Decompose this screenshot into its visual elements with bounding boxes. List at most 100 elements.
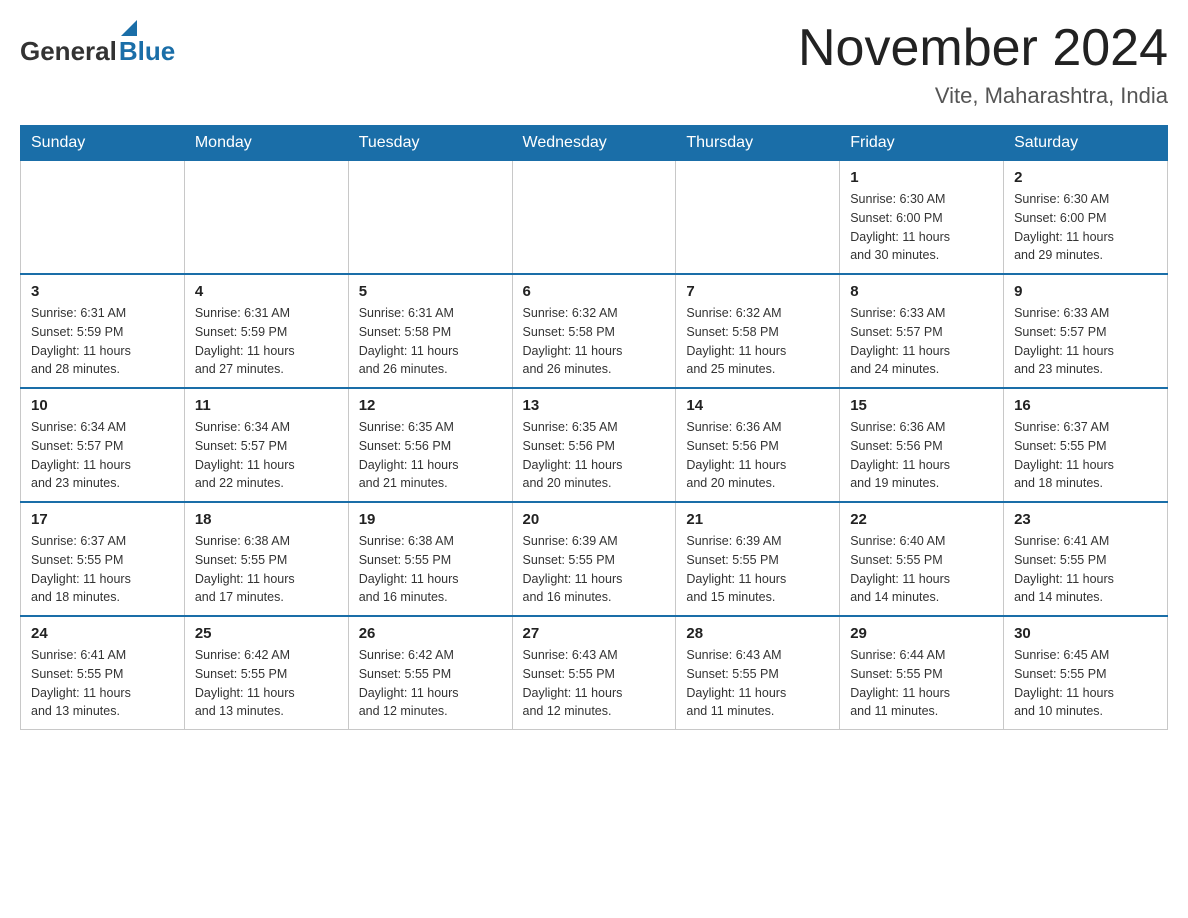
calendar-cell: 5 Sunrise: 6:31 AMSunset: 5:58 PMDaylight…: [348, 274, 512, 388]
calendar-cell: 16 Sunrise: 6:37 AMSunset: 5:55 PMDayligh…: [1004, 388, 1168, 502]
calendar-cell: [184, 161, 348, 275]
day-info: Sunrise: 6:33 AMSunset: 5:57 PMDaylight:…: [1014, 304, 1157, 379]
calendar-cell: 9Sunrise: 6:33 AMSunset: 5:57 PMDaylight…: [1004, 274, 1168, 388]
day-number: 6: [523, 283, 666, 300]
day-number: 27: [523, 625, 666, 642]
day-info: Sunrise: 6:35 AMSunset: 5:56 PMDaylight:…: [523, 418, 666, 493]
weekday-header-thursday: Thursday: [676, 126, 840, 161]
calendar-week-3: 10Sunrise: 6:34 AMSunset: 5:57 PMDayligh…: [21, 388, 1168, 502]
logo-general-text: General: [20, 36, 117, 67]
calendar-cell: 14 Sunrise: 6:36 AMSunset: 5:56 PMDayligh…: [676, 388, 840, 502]
day-info: Sunrise: 6:36 AMSunset: 5:56 PMDaylight:…: [850, 418, 993, 493]
title-section: November 2024 Vite, Maharashtra, India: [798, 20, 1168, 109]
day-number: 10: [31, 397, 174, 414]
calendar-cell: 7 Sunrise: 6:32 AMSunset: 5:58 PMDaylight…: [676, 274, 840, 388]
page-header: General Blue November 2024 Vite, Maharas…: [20, 20, 1168, 109]
day-info: Sunrise: 6:41 AMSunset: 5:55 PMDaylight:…: [31, 646, 174, 721]
day-number: 26: [359, 625, 502, 642]
day-number: 22: [850, 511, 993, 528]
day-number: 2: [1014, 169, 1157, 186]
calendar-cell: [512, 161, 676, 275]
calendar-cell: 1 Sunrise: 6:30 AMSunset: 6:00 PMDaylight…: [840, 161, 1004, 275]
day-number: 8: [850, 283, 993, 300]
day-info: Sunrise: 6:40 AMSunset: 5:55 PMDaylight:…: [850, 532, 993, 607]
day-info: Sunrise: 6:36 AMSunset: 5:56 PMDaylight:…: [686, 418, 829, 493]
day-info: Sunrise: 6:45 AMSunset: 5:55 PMDaylight:…: [1014, 646, 1157, 721]
calendar-cell: 4Sunrise: 6:31 AMSunset: 5:59 PMDaylight…: [184, 274, 348, 388]
calendar-cell: 13 Sunrise: 6:35 AMSunset: 5:56 PMDayligh…: [512, 388, 676, 502]
calendar-cell: 21 Sunrise: 6:39 AMSunset: 5:55 PMDayligh…: [676, 502, 840, 616]
calendar-cell: 12 Sunrise: 6:35 AMSunset: 5:56 PMDayligh…: [348, 388, 512, 502]
day-info: Sunrise: 6:38 AMSunset: 5:55 PMDaylight:…: [359, 532, 502, 607]
calendar-cell: 11Sunrise: 6:34 AMSunset: 5:57 PMDayligh…: [184, 388, 348, 502]
calendar-cell: 20Sunrise: 6:39 AMSunset: 5:55 PMDayligh…: [512, 502, 676, 616]
day-info: Sunrise: 6:30 AMSunset: 6:00 PMDaylight:…: [850, 190, 993, 265]
calendar-cell: 30 Sunrise: 6:45 AMSunset: 5:55 PMDayligh…: [1004, 616, 1168, 730]
calendar-cell: 22 Sunrise: 6:40 AMSunset: 5:55 PMDayligh…: [840, 502, 1004, 616]
calendar-week-1: 1 Sunrise: 6:30 AMSunset: 6:00 PMDaylight…: [21, 161, 1168, 275]
day-number: 19: [359, 511, 502, 528]
calendar-cell: 24 Sunrise: 6:41 AMSunset: 5:55 PMDayligh…: [21, 616, 185, 730]
logo-blue-text: Blue: [119, 36, 175, 67]
calendar-cell: [348, 161, 512, 275]
day-number: 13: [523, 397, 666, 414]
day-number: 7: [686, 283, 829, 300]
weekday-header-row: SundayMondayTuesdayWednesdayThursdayFrid…: [21, 126, 1168, 161]
calendar-table: SundayMondayTuesdayWednesdayThursdayFrid…: [20, 125, 1168, 730]
day-info: Sunrise: 6:31 AMSunset: 5:59 PMDaylight:…: [31, 304, 174, 379]
weekday-header-monday: Monday: [184, 126, 348, 161]
calendar-cell: 17 Sunrise: 6:37 AMSunset: 5:55 PMDayligh…: [21, 502, 185, 616]
calendar-cell: 28Sunrise: 6:43 AMSunset: 5:55 PMDayligh…: [676, 616, 840, 730]
day-number: 12: [359, 397, 502, 414]
logo: General Blue: [20, 20, 175, 67]
day-info: Sunrise: 6:37 AMSunset: 5:55 PMDaylight:…: [1014, 418, 1157, 493]
calendar-cell: 15Sunrise: 6:36 AMSunset: 5:56 PMDayligh…: [840, 388, 1004, 502]
calendar-cell: 29 Sunrise: 6:44 AMSunset: 5:55 PMDayligh…: [840, 616, 1004, 730]
day-number: 16: [1014, 397, 1157, 414]
day-info: Sunrise: 6:33 AMSunset: 5:57 PMDaylight:…: [850, 304, 993, 379]
calendar-cell: 8 Sunrise: 6:33 AMSunset: 5:57 PMDaylight…: [840, 274, 1004, 388]
day-number: 17: [31, 511, 174, 528]
calendar-week-4: 17 Sunrise: 6:37 AMSunset: 5:55 PMDayligh…: [21, 502, 1168, 616]
calendar-cell: 2Sunrise: 6:30 AMSunset: 6:00 PMDaylight…: [1004, 161, 1168, 275]
day-number: 23: [1014, 511, 1157, 528]
day-info: Sunrise: 6:39 AMSunset: 5:55 PMDaylight:…: [523, 532, 666, 607]
calendar-cell: 26 Sunrise: 6:42 AMSunset: 5:55 PMDayligh…: [348, 616, 512, 730]
day-number: 30: [1014, 625, 1157, 642]
day-number: 14: [686, 397, 829, 414]
day-number: 25: [195, 625, 338, 642]
calendar-week-2: 3 Sunrise: 6:31 AMSunset: 5:59 PMDaylight…: [21, 274, 1168, 388]
calendar-cell: 10Sunrise: 6:34 AMSunset: 5:57 PMDayligh…: [21, 388, 185, 502]
day-number: 29: [850, 625, 993, 642]
day-info: Sunrise: 6:31 AMSunset: 5:58 PMDaylight:…: [359, 304, 502, 379]
day-number: 1: [850, 169, 993, 186]
calendar-cell: [21, 161, 185, 275]
day-number: 24: [31, 625, 174, 642]
weekday-header-tuesday: Tuesday: [348, 126, 512, 161]
day-info: Sunrise: 6:39 AMSunset: 5:55 PMDaylight:…: [686, 532, 829, 607]
day-number: 5: [359, 283, 502, 300]
calendar-cell: 6 Sunrise: 6:32 AMSunset: 5:58 PMDaylight…: [512, 274, 676, 388]
day-number: 11: [195, 397, 338, 414]
day-info: Sunrise: 6:43 AMSunset: 5:55 PMDaylight:…: [523, 646, 666, 721]
day-number: 21: [686, 511, 829, 528]
day-info: Sunrise: 6:32 AMSunset: 5:58 PMDaylight:…: [523, 304, 666, 379]
day-info: Sunrise: 6:38 AMSunset: 5:55 PMDaylight:…: [195, 532, 338, 607]
day-info: Sunrise: 6:43 AMSunset: 5:55 PMDaylight:…: [686, 646, 829, 721]
day-number: 3: [31, 283, 174, 300]
calendar-cell: 27 Sunrise: 6:43 AMSunset: 5:55 PMDayligh…: [512, 616, 676, 730]
day-info: Sunrise: 6:42 AMSunset: 5:55 PMDaylight:…: [359, 646, 502, 721]
calendar-cell: 23 Sunrise: 6:41 AMSunset: 5:55 PMDayligh…: [1004, 502, 1168, 616]
calendar-cell: 18Sunrise: 6:38 AMSunset: 5:55 PMDayligh…: [184, 502, 348, 616]
day-info: Sunrise: 6:41 AMSunset: 5:55 PMDaylight:…: [1014, 532, 1157, 607]
day-info: Sunrise: 6:35 AMSunset: 5:56 PMDaylight:…: [359, 418, 502, 493]
calendar-cell: 3 Sunrise: 6:31 AMSunset: 5:59 PMDaylight…: [21, 274, 185, 388]
calendar-cell: [676, 161, 840, 275]
calendar-cell: 25 Sunrise: 6:42 AMSunset: 5:55 PMDayligh…: [184, 616, 348, 730]
day-info: Sunrise: 6:42 AMSunset: 5:55 PMDaylight:…: [195, 646, 338, 721]
day-info: Sunrise: 6:44 AMSunset: 5:55 PMDaylight:…: [850, 646, 993, 721]
day-info: Sunrise: 6:37 AMSunset: 5:55 PMDaylight:…: [31, 532, 174, 607]
calendar-cell: 19 Sunrise: 6:38 AMSunset: 5:55 PMDayligh…: [348, 502, 512, 616]
calendar-week-5: 24 Sunrise: 6:41 AMSunset: 5:55 PMDayligh…: [21, 616, 1168, 730]
day-info: Sunrise: 6:32 AMSunset: 5:58 PMDaylight:…: [686, 304, 829, 379]
